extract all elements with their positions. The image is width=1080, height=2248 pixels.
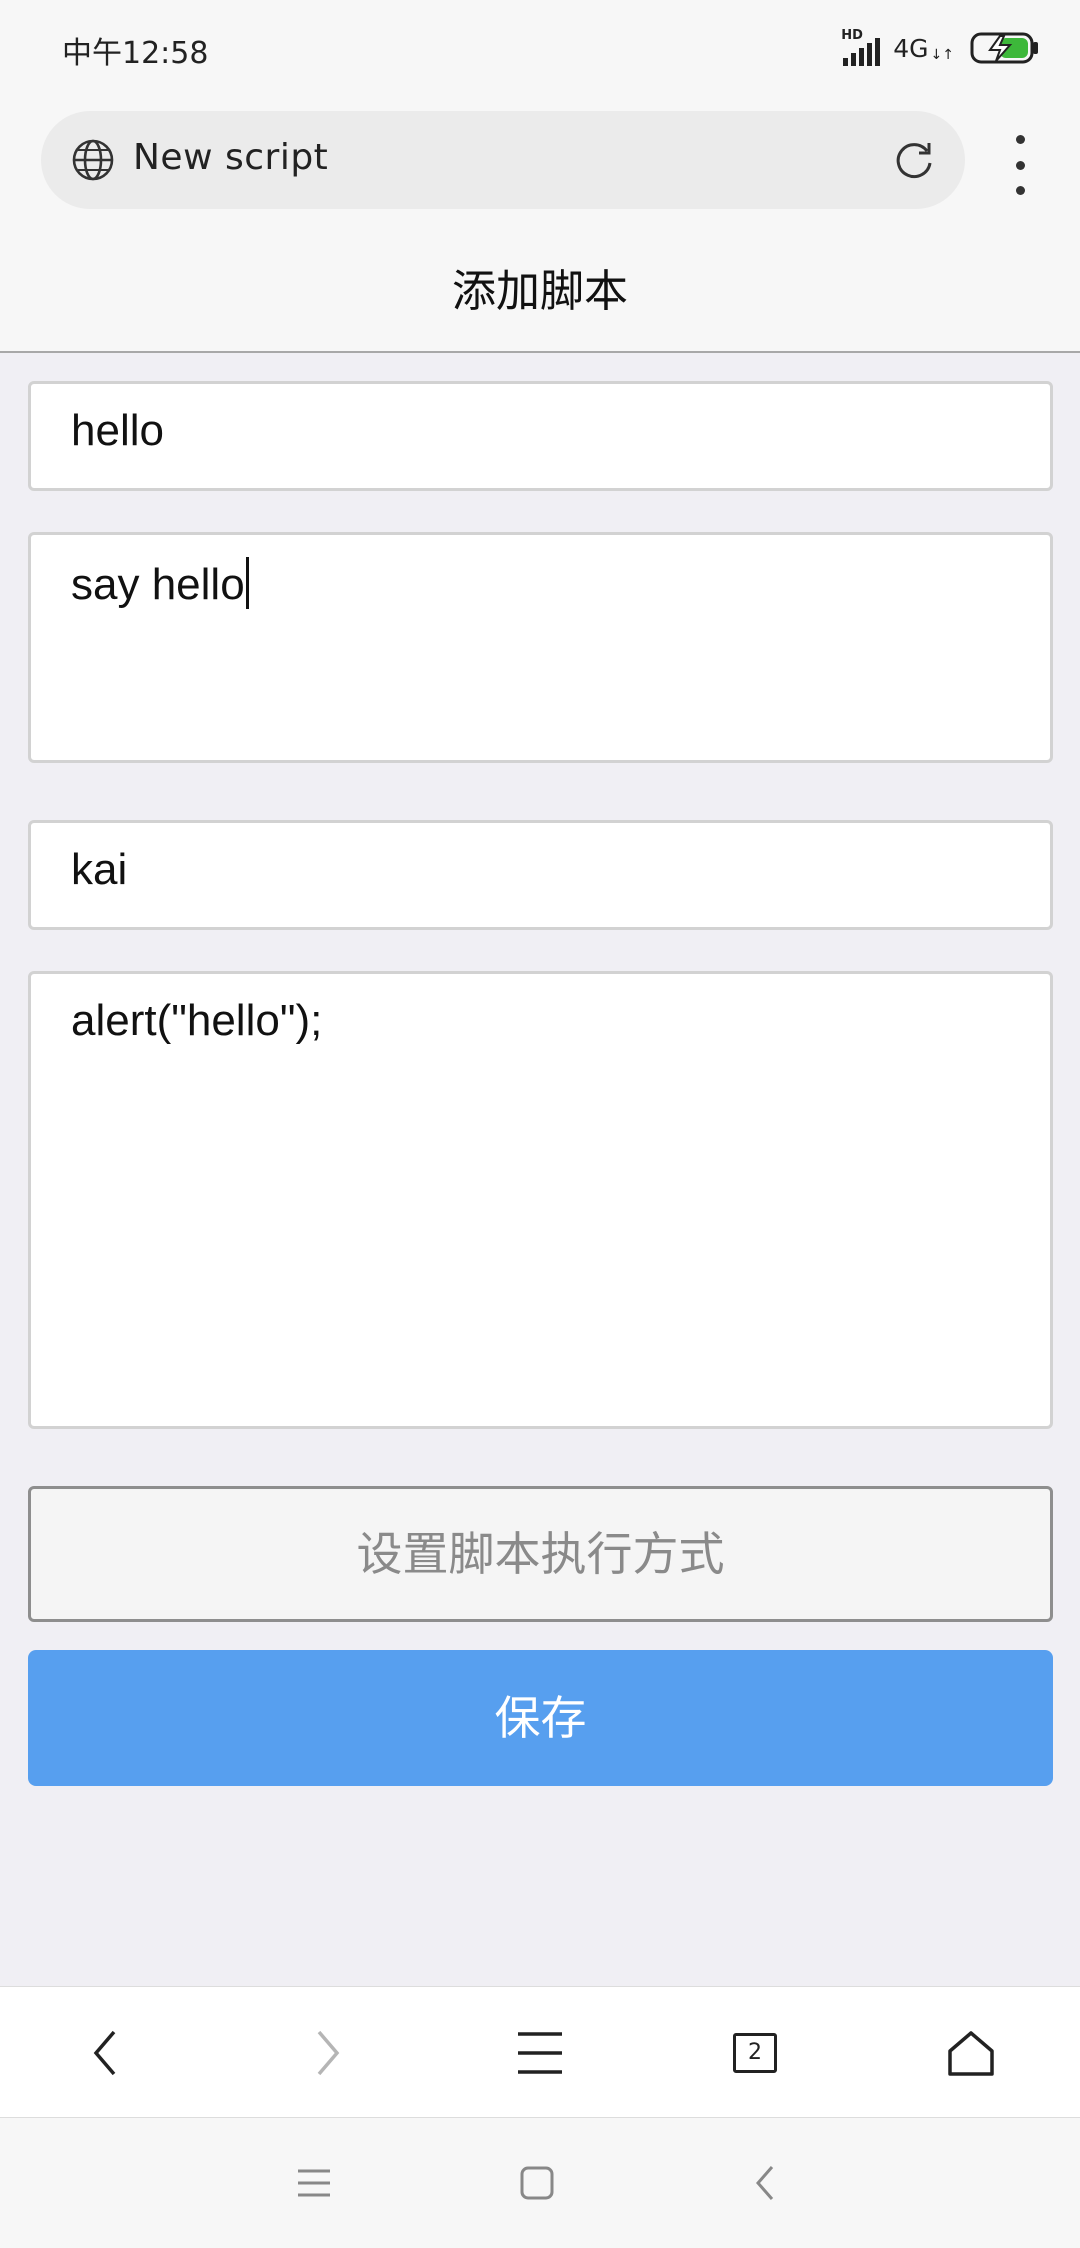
- text-cursor: [245, 557, 249, 609]
- save-button[interactable]: 保存: [28, 1650, 1053, 1786]
- reload-icon[interactable]: [893, 139, 935, 181]
- network-activity-icon: ↓↑: [930, 47, 954, 63]
- exec-mode-button[interactable]: 设置脚本执行方式: [28, 1486, 1053, 1622]
- home-icon: [948, 2031, 994, 2076]
- status-time: 中午12:58: [62, 36, 209, 71]
- script-description-value: say hello: [71, 560, 245, 609]
- status-bar: 中午12:58 HD 4G ↓↑: [0, 0, 1080, 95]
- browser-address-bar: New script: [0, 95, 1080, 230]
- more-menu-icon[interactable]: [1000, 135, 1040, 195]
- hamburger-menu-icon: [518, 2032, 562, 2074]
- script-code-value: alert("hello");: [71, 996, 323, 1045]
- page-header: 添加脚本: [0, 230, 1080, 353]
- network-type: 4G: [893, 33, 929, 63]
- recent-apps-button[interactable]: [289, 2158, 339, 2208]
- square-home-icon: [520, 2166, 554, 2200]
- signal-icon: HD: [841, 28, 887, 66]
- browser-toolbar: 2: [0, 1986, 1080, 2118]
- back-button[interactable]: [68, 2015, 144, 2091]
- recent-apps-icon: [298, 2169, 330, 2197]
- script-name-input[interactable]: hello: [28, 381, 1053, 491]
- status-icons: HD 4G ↓↑: [841, 28, 1040, 66]
- script-author-input[interactable]: kai: [28, 820, 1053, 930]
- page-title: 添加脚本: [452, 266, 628, 317]
- tabs-button[interactable]: 2: [717, 2015, 793, 2091]
- forward-button[interactable]: [289, 2015, 365, 2091]
- script-author-value: kai: [71, 845, 128, 894]
- tabs-count: 2: [733, 2033, 777, 2073]
- home-button[interactable]: [933, 2015, 1009, 2091]
- globe-icon: [72, 139, 114, 181]
- script-code-textarea[interactable]: alert("hello");: [28, 971, 1053, 1429]
- system-back-button[interactable]: [740, 2158, 790, 2208]
- script-description-textarea[interactable]: say hello: [28, 532, 1053, 763]
- battery-charging-icon: [970, 32, 1038, 64]
- url-text: New script: [133, 137, 329, 178]
- system-navigation-bar: [0, 2118, 1080, 2248]
- system-back-icon: [756, 2166, 774, 2200]
- chevron-right-icon: [317, 2030, 340, 2076]
- script-name-value: hello: [71, 406, 164, 455]
- system-home-button[interactable]: [512, 2158, 562, 2208]
- chevron-left-icon: [93, 2030, 116, 2076]
- menu-button[interactable]: [502, 2015, 578, 2091]
- url-bar[interactable]: New script: [41, 111, 965, 209]
